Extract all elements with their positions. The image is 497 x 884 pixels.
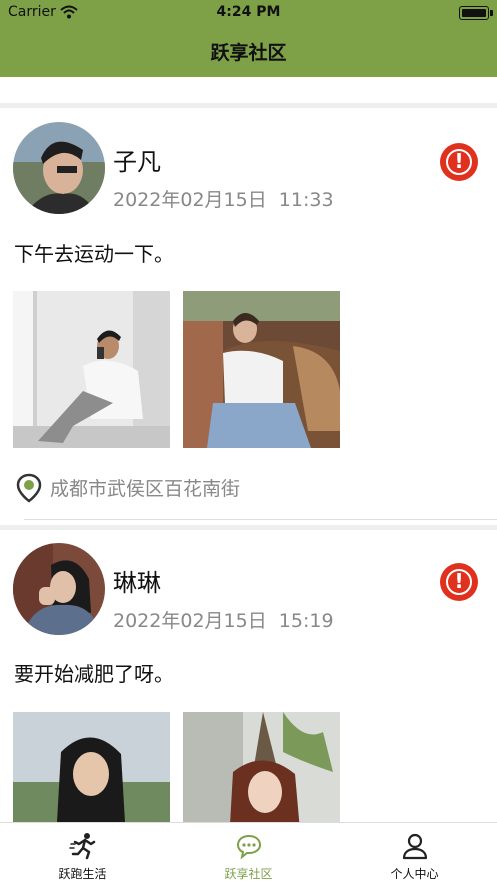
post-location: 成都市武侯区百花南街 <box>50 478 241 500</box>
location-pin-icon <box>16 473 42 503</box>
tab-community[interactable]: 跃享社区 <box>166 823 331 884</box>
status-bar: Carrier 4:24 PM <box>0 0 497 26</box>
post-content: 要开始减肥了呀。 <box>14 662 174 686</box>
tab-bar: 跃跑生活 跃享社区 个人中心 <box>0 822 497 884</box>
community-feed[interactable]: 子凡 2022年02月15日 11:33 ! 下午去运动一下。 成都市武侯区百花… <box>0 77 497 822</box>
tab-profile[interactable]: 个人中心 <box>332 823 497 884</box>
clock: 4:24 PM <box>216 4 281 20</box>
battery-icon <box>459 6 493 20</box>
post-card[interactable]: 琳琳 2022年02月15日 15:19 ! 要开始减肥了呀。 <box>0 530 497 822</box>
person-icon <box>402 833 427 860</box>
post-photo[interactable] <box>13 291 170 448</box>
post-photo[interactable] <box>13 712 170 822</box>
author-name: 琳琳 <box>113 569 161 597</box>
tab-running-life[interactable]: 跃跑生活 <box>0 823 165 884</box>
alert-icon: ! <box>454 149 464 173</box>
author-name: 子凡 <box>113 148 161 176</box>
post-photo[interactable] <box>183 291 340 448</box>
alert-icon: ! <box>454 569 464 593</box>
tab-label: 跃享社区 <box>224 867 273 881</box>
divider <box>24 519 497 520</box>
page-title: 跃享社区 <box>210 42 287 64</box>
post-time: 2022年02月15日 15:19 <box>113 610 334 632</box>
tab-label: 跃跑生活 <box>58 867 107 881</box>
report-button[interactable]: ! <box>440 143 478 181</box>
report-button[interactable]: ! <box>440 563 478 601</box>
tab-label: 个人中心 <box>390 867 439 881</box>
avatar[interactable] <box>13 122 105 214</box>
post-content: 下午去运动一下。 <box>14 242 174 266</box>
post-card[interactable]: 子凡 2022年02月15日 11:33 ! 下午去运动一下。 成都市武侯区百花… <box>0 108 497 525</box>
post-photo[interactable] <box>183 712 340 822</box>
post-time: 2022年02月15日 11:33 <box>113 189 334 211</box>
avatar[interactable] <box>13 543 105 635</box>
running-icon <box>68 833 95 860</box>
chat-icon <box>236 834 261 860</box>
nav-header: Carrier 4:24 PM 跃享社区 <box>0 0 497 77</box>
